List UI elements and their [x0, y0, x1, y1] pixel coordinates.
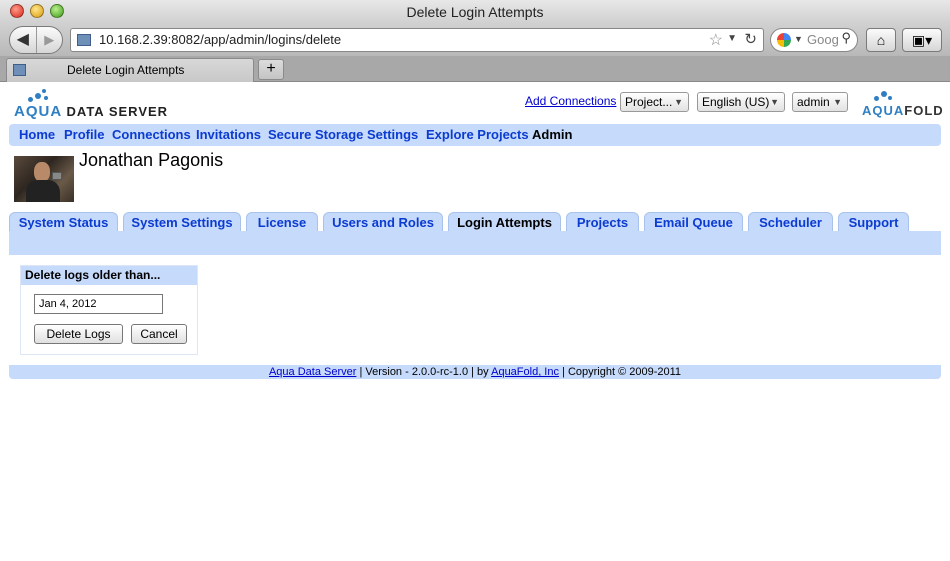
- address-bar[interactable]: 10.168.2.39:8082/app/admin/logins/delete…: [70, 28, 764, 52]
- logo-wordmark: AQUA DATA SERVER: [14, 103, 169, 120]
- tab-email-queue[interactable]: Email Queue: [644, 212, 743, 232]
- tab-license[interactable]: License: [246, 212, 318, 232]
- footer-version-text: | Version - 2.0.0-rc-1.0 | by: [356, 366, 492, 378]
- user-select[interactable]: admin ▼: [792, 92, 848, 112]
- window-title: Delete Login Attempts: [406, 4, 544, 20]
- search-box[interactable]: ▼ Goog ⚲: [770, 28, 858, 52]
- browser-tab-title: Delete Login Attempts: [67, 63, 185, 77]
- tab-users-and-roles[interactable]: Users and Roles: [323, 212, 443, 232]
- window-titlebar: Delete Login Attempts: [0, 0, 950, 24]
- avatar: [14, 156, 74, 202]
- aquafold-logo[interactable]: AQUAFOLD: [862, 89, 944, 119]
- tab-scheduler[interactable]: Scheduler: [748, 212, 833, 232]
- chevron-down-icon: ▼: [674, 97, 683, 107]
- panel-heading: Delete logs older than...: [21, 266, 197, 285]
- project-select-value: Project...: [625, 95, 673, 109]
- nav-settings[interactable]: Settings: [367, 124, 418, 146]
- tab-system-settings[interactable]: System Settings: [123, 212, 241, 232]
- nav-explore-projects[interactable]: Explore Projects: [426, 124, 529, 146]
- home-button[interactable]: ⌂: [866, 28, 896, 52]
- project-select[interactable]: Project... ▼: [620, 92, 689, 112]
- chevron-down-icon: ▼: [833, 97, 842, 107]
- delete-logs-panel: Delete logs older than... Delete Logs Ca…: [20, 265, 198, 355]
- aqua-data-server-link[interactable]: Aqua Data Server: [269, 366, 356, 378]
- language-select-value: English (US): [702, 95, 770, 109]
- close-window-icon[interactable]: [10, 4, 24, 18]
- add-connections-link[interactable]: Add Connections: [525, 94, 616, 108]
- nav-secure-storage[interactable]: Secure Storage: [268, 124, 363, 146]
- cancel-button[interactable]: Cancel: [131, 324, 187, 344]
- nav-buttons: ◀ ▶: [9, 26, 63, 54]
- history-dropdown-icon[interactable]: ▼: [727, 33, 737, 44]
- tab-content-band: [9, 231, 941, 255]
- footer-copyright: | Copyright © 2009-2011: [558, 366, 682, 378]
- nav-profile[interactable]: Profile: [64, 124, 104, 146]
- logo-drops-icon: [26, 89, 56, 103]
- search-icon[interactable]: ⚲: [841, 30, 851, 46]
- nav-invitations[interactable]: Invitations: [196, 124, 261, 146]
- footer: Aqua Data Server | Version - 2.0.0-rc-1.…: [9, 365, 941, 379]
- bookmarks-button[interactable]: ▣▾: [902, 28, 942, 52]
- reload-icon[interactable]: ↻: [744, 30, 757, 48]
- delete-logs-button[interactable]: Delete Logs: [34, 324, 123, 344]
- tab-login-attempts[interactable]: Login Attempts: [448, 212, 561, 232]
- main-nav: Home Profile Connections Invitations Sec…: [9, 124, 941, 146]
- date-input[interactable]: [34, 294, 163, 314]
- browser-tab[interactable]: Delete Login Attempts: [6, 58, 254, 82]
- address-url[interactable]: 10.168.2.39:8082/app/admin/logins/delete: [99, 29, 341, 51]
- tab-favicon-icon: [13, 64, 26, 76]
- logo-wordmark: AQUAFOLD: [862, 103, 944, 118]
- browser-toolbar: ◀ ▶ 10.168.2.39:8082/app/admin/logins/de…: [0, 24, 950, 56]
- tab-projects[interactable]: Projects: [566, 212, 639, 232]
- browser-tab-strip: Delete Login Attempts +: [0, 56, 950, 82]
- tab-support[interactable]: Support: [838, 212, 909, 232]
- zoom-window-icon[interactable]: [50, 4, 64, 18]
- forward-button[interactable]: ▶: [37, 27, 63, 53]
- admin-tabs: System Status System Settings License Us…: [9, 212, 941, 232]
- chevron-down-icon: ▼: [770, 97, 779, 107]
- nav-home[interactable]: Home: [19, 124, 55, 146]
- bookmark-star-icon[interactable]: ☆: [709, 30, 723, 50]
- google-icon[interactable]: [777, 33, 791, 47]
- site-favicon-icon: [77, 34, 91, 46]
- page-content: AQUA DATA SERVER Add Connections Project…: [0, 83, 950, 561]
- user-select-value: admin: [797, 95, 830, 109]
- nav-admin[interactable]: Admin: [532, 124, 572, 146]
- tab-system-status[interactable]: System Status: [9, 212, 118, 232]
- language-select[interactable]: English (US) ▼: [697, 92, 785, 112]
- new-tab-button[interactable]: +: [258, 59, 284, 80]
- aquafold-link[interactable]: AquaFold, Inc: [491, 366, 559, 378]
- user-name: Jonathan Pagonis: [79, 150, 224, 170]
- minimize-window-icon[interactable]: [30, 4, 44, 18]
- back-button[interactable]: ◀: [10, 27, 37, 53]
- nav-connections[interactable]: Connections: [112, 124, 191, 146]
- search-engine-dropdown-icon[interactable]: ▼: [794, 34, 803, 44]
- search-input[interactable]: Goog: [807, 29, 839, 51]
